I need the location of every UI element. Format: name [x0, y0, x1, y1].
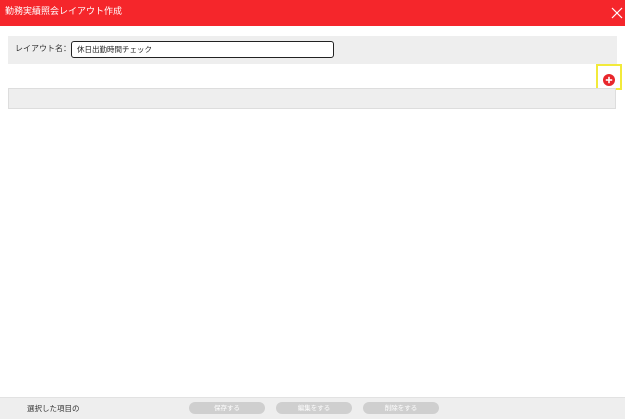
- window-title: 勤務実績照会レイアウト作成: [5, 7, 123, 17]
- layout-name-row: レイアウト名： 休日出勤時間チェック: [8, 36, 617, 64]
- delete-button[interactable]: 削除をする: [363, 402, 439, 414]
- layout-name-input[interactable]: 休日出勤時間チェック: [71, 41, 334, 58]
- plus-circle-icon[interactable]: [603, 71, 615, 86]
- close-icon[interactable]: [609, 5, 625, 21]
- save-button[interactable]: 保存する: [189, 402, 265, 414]
- footer-bar: 選択した項目の 保存する 編集をする 削除をする: [0, 397, 625, 419]
- add-item-highlight: [596, 64, 622, 90]
- edit-button[interactable]: 編集をする: [276, 402, 352, 414]
- layout-create-window: 勤務実績照会レイアウト作成 レイアウト名： 休日出勤時間チェック 選択した項目の…: [0, 0, 625, 419]
- selected-item-label: 選択した項目の: [27, 404, 80, 413]
- title-bar: 勤務実績照会レイアウト作成: [0, 0, 625, 26]
- layout-item-bar[interactable]: [8, 88, 616, 109]
- layout-name-label: レイアウト名：: [15, 44, 71, 53]
